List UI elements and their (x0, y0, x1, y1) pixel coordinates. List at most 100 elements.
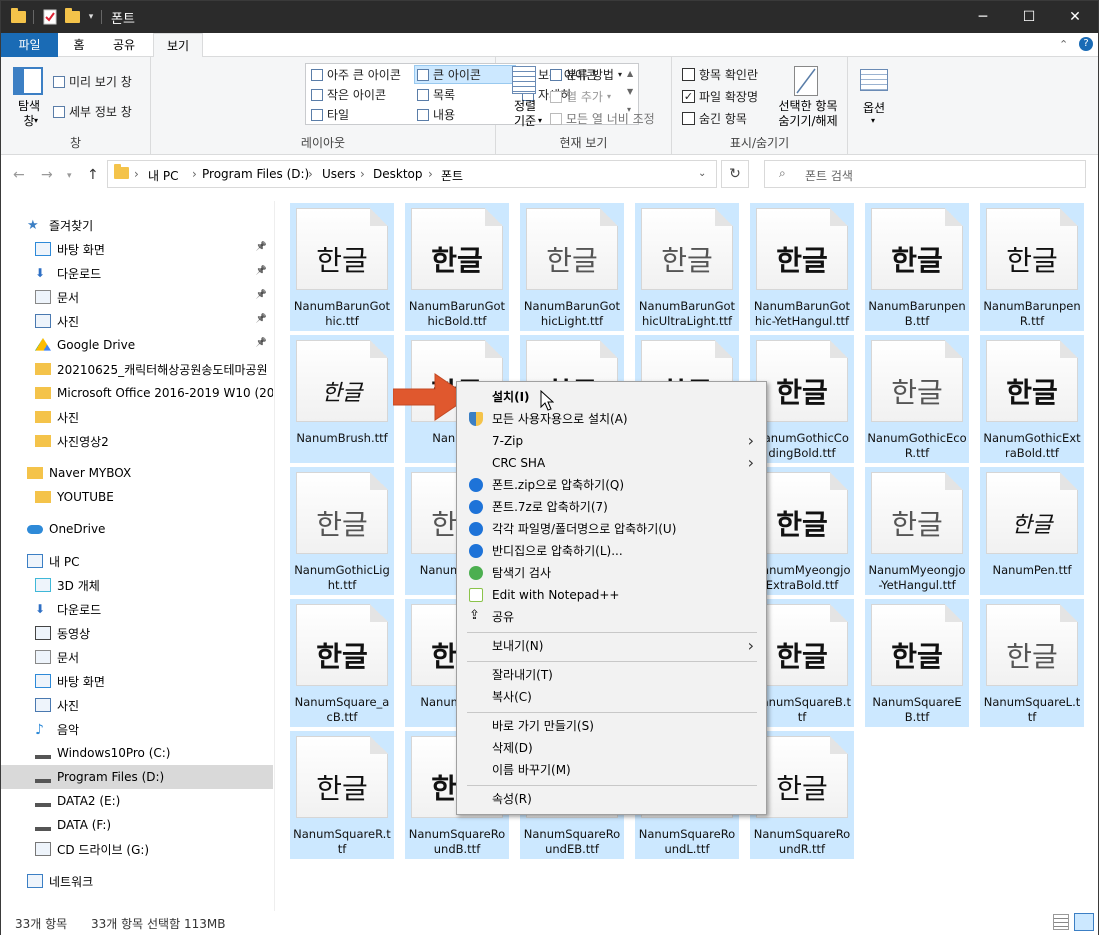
sidebar-item[interactable]: ★ 즐겨찾기 (1, 213, 273, 237)
sort-by-button[interactable]: 정렬 기준 (508, 99, 542, 129)
minimize-button[interactable]: ─ (960, 1, 1006, 33)
sidebar-item[interactable]: ⬇ 다운로드 (1, 597, 273, 621)
sidebar-item[interactable]: DATA (F:) (1, 813, 273, 837)
file-tile[interactable]: 한글 NanumSquareR.ttf (290, 731, 394, 859)
menu-item[interactable]: 폰트.7z로 압축하기(7) (459, 496, 764, 518)
file-tile[interactable]: 한글 NanumGothicExtraBold.ttf (980, 335, 1084, 463)
menu-item[interactable]: 복사(C) (459, 686, 764, 708)
sidebar-item[interactable]: 20210625_캐릭터해상공원송도테마공원 (1, 357, 273, 381)
sidebar-item[interactable]: 바탕 화면 📌 (1, 237, 273, 261)
sidebar-item[interactable]: Naver MYBOX (1, 461, 273, 485)
sidebar-item[interactable]: 사진 📌 (1, 309, 273, 333)
close-button[interactable]: ✕ (1052, 1, 1098, 33)
menu-item[interactable]: 7-Zip › (459, 430, 764, 452)
file-tile[interactable]: 한글 NanumBarunpenR.ttf (980, 203, 1084, 331)
file-tile[interactable]: 한글 NanumBarunGothicUltraLight.ttf (635, 203, 739, 331)
file-tile[interactable]: 한글 NanumSquareEB.ttf (865, 599, 969, 727)
sidebar-item[interactable]: 내 PC (1, 549, 273, 573)
layout-tiles[interactable]: 타일 (311, 106, 349, 123)
menu-item[interactable]: 탐색기 검사 (459, 562, 764, 584)
pin-icon[interactable]: 📌 (256, 266, 267, 276)
hide-selected-button[interactable]: 선택한 항목 숨기기/해제 (772, 99, 844, 129)
file-tile[interactable]: 한글 NanumSquare_acB.ttf (290, 599, 394, 727)
collapse-ribbon-icon[interactable]: ⌃ (1059, 38, 1068, 51)
search-box[interactable]: ⌕ 폰트 검색 (764, 160, 1086, 188)
menu-item[interactable]: CRC SHA › (459, 452, 764, 474)
refresh-button[interactable]: ↻ (721, 160, 749, 188)
maximize-button[interactable]: ☐ (1006, 1, 1052, 33)
sidebar-item[interactable]: 문서 (1, 645, 273, 669)
pin-icon[interactable]: 📌 (256, 314, 267, 324)
help-icon[interactable]: ? (1079, 37, 1093, 51)
menu-item[interactable]: 폰트.zip으로 압축하기(Q) (459, 474, 764, 496)
sidebar-item[interactable]: 동영상 (1, 621, 273, 645)
sidebar-item[interactable]: Program Files (D:) (1, 765, 273, 789)
breadcrumb-users[interactable]: Users (322, 167, 356, 181)
layout-content[interactable]: 내용 (417, 106, 455, 123)
file-extensions-toggle[interactable]: ✓ 파일 확장명 (682, 88, 758, 105)
large-icons-view-icon[interactable] (1074, 913, 1094, 931)
details-view-icon[interactable] (1053, 914, 1069, 930)
forward-arrow-icon[interactable]: → (41, 167, 53, 183)
hidden-items-toggle[interactable]: 숨긴 항목 (682, 110, 747, 127)
file-tile[interactable]: 한글 NanumBarunGothicBold.ttf (405, 203, 509, 331)
sidebar-item[interactable]: YOUTUBE (1, 485, 273, 509)
breadcrumb-fonts[interactable]: 폰트 (441, 167, 463, 184)
menu-item[interactable]: 삭제(D) (459, 737, 764, 759)
tab-view[interactable]: 보기 (153, 33, 203, 58)
group-by-button[interactable]: 분류 방법 ▾ (550, 66, 622, 83)
back-arrow-icon[interactable]: ← (13, 167, 25, 183)
address-dropdown-icon[interactable]: ⌄ (698, 168, 706, 179)
menu-item[interactable]: Edit with Notepad++ (459, 584, 764, 606)
sidebar-item[interactable]: 문서 📌 (1, 285, 273, 309)
menu-item[interactable]: 속성(R) (459, 788, 764, 810)
breadcrumb-pc[interactable]: 내 PC (148, 167, 178, 184)
tab-file[interactable]: 파일 (1, 33, 58, 57)
layout-list[interactable]: 목록 (417, 86, 455, 103)
menu-item[interactable]: 바로 가기 만들기(S) (459, 715, 764, 737)
file-tile[interactable]: 한글 NanumGothicEcoR.ttf (865, 335, 969, 463)
nav-pane-button[interactable]: 탐색 창 (11, 99, 47, 129)
breadcrumb-drive[interactable]: Program Files (D:) (202, 167, 309, 181)
sidebar-item[interactable]: 바탕 화면 (1, 669, 273, 693)
preview-pane-button[interactable]: 미리 보기 창 (53, 73, 132, 90)
fit-columns-button[interactable]: 모든 열 너비 조정 (550, 110, 655, 127)
layout-small-icons[interactable]: 작은 아이콘 (311, 86, 386, 103)
sidebar-item[interactable]: DATA2 (E:) (1, 789, 273, 813)
pin-icon[interactable]: 📌 (256, 242, 267, 252)
item-checkboxes-toggle[interactable]: 항목 확인란 (682, 66, 758, 83)
properties-icon[interactable] (41, 9, 59, 25)
menu-item[interactable]: ⇪ 공유 (459, 606, 764, 628)
menu-item[interactable]: 보내기(N) › (459, 635, 764, 657)
sidebar-item[interactable]: CD 드라이브 (G:) (1, 837, 273, 861)
menu-item[interactable]: 잘라내기(T) (459, 664, 764, 686)
options-button[interactable]: 옵션 (856, 99, 892, 116)
tab-share[interactable]: 공유 (101, 33, 147, 57)
menu-item[interactable]: 설치(I) (459, 386, 764, 408)
pin-icon[interactable]: 📌 (256, 338, 267, 348)
sidebar-item[interactable]: ♪ 음악 (1, 717, 273, 741)
up-arrow-icon[interactable]: ↑ (87, 167, 99, 183)
file-tile[interactable]: 한글 NanumBrush.ttf (290, 335, 394, 463)
menu-item[interactable]: 각각 파일명/폴더명으로 압축하기(U) (459, 518, 764, 540)
sidebar-item[interactable]: 사진영상2 (1, 429, 273, 453)
sidebar-item[interactable]: Microsoft Office 2016-2019 W10 (2021 (1, 381, 273, 405)
file-tile[interactable]: 한글 NanumSquareL.ttf (980, 599, 1084, 727)
menu-item[interactable]: 모든 사용자용으로 설치(A) (459, 408, 764, 430)
sidebar-item[interactable]: 사진 (1, 693, 273, 717)
menu-item[interactable]: 반디집으로 압축하기(L)... (459, 540, 764, 562)
sidebar-item[interactable]: Google Drive 📌 (1, 333, 273, 357)
sidebar-item[interactable]: 사진 (1, 405, 273, 429)
file-tile[interactable]: 한글 NanumMyeongjo-YetHangul.ttf (865, 467, 969, 595)
sidebar-item[interactable]: OneDrive (1, 517, 273, 541)
file-tile[interactable]: 한글 NanumBarunpenB.ttf (865, 203, 969, 331)
sidebar-item[interactable]: Windows10Pro (C:) (1, 741, 273, 765)
new-folder-icon[interactable] (63, 8, 81, 25)
breadcrumb-desktop[interactable]: Desktop (373, 167, 423, 181)
tab-home[interactable]: 홈 (61, 33, 97, 57)
recent-locations-icon[interactable]: ▾ (67, 171, 72, 181)
file-tile[interactable]: 한글 NanumBarunGothic-YetHangul.ttf (750, 203, 854, 331)
nav-pane-icon[interactable] (13, 67, 43, 95)
file-tile[interactable]: 한글 NanumPen.ttf (980, 467, 1084, 595)
sidebar-item[interactable]: 네트워크 (1, 869, 273, 893)
